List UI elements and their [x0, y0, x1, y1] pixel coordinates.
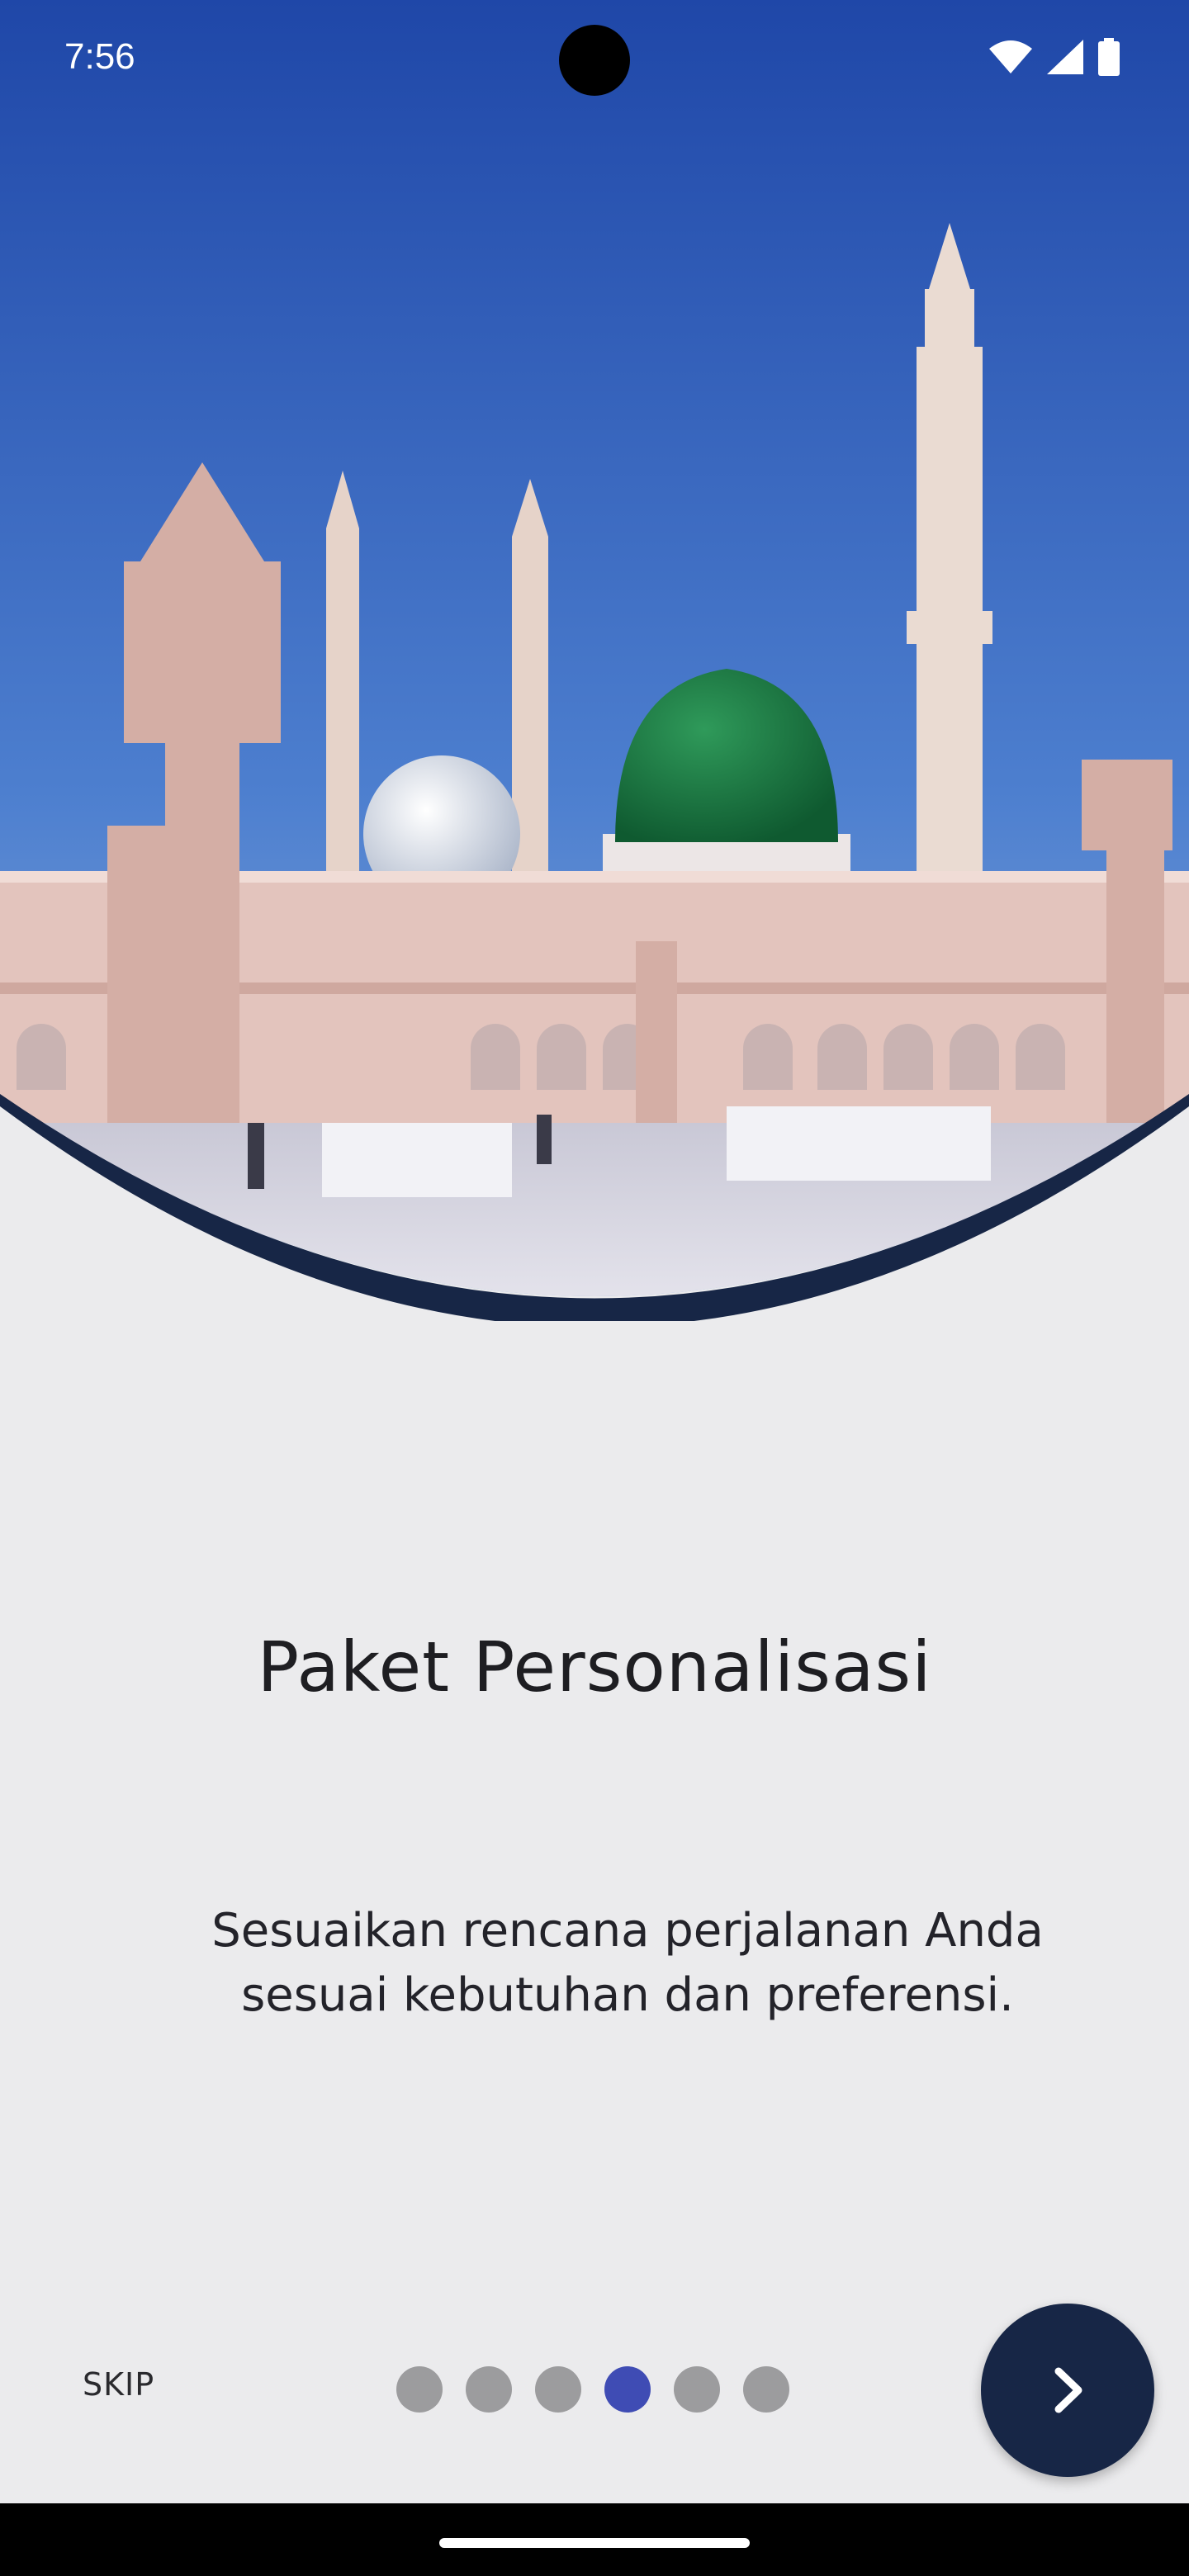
chevron-right-icon [1054, 2367, 1082, 2413]
next-button[interactable] [981, 2304, 1154, 2477]
page-dot-active[interactable] [604, 2366, 651, 2413]
page-dot[interactable] [396, 2366, 443, 2413]
page-description: Sesuaikan rencana perjalanan Anda sesuai… [211, 1904, 1044, 2022]
page-dot[interactable] [535, 2366, 581, 2413]
cell-signal-icon [1047, 40, 1083, 78]
status-icons [989, 38, 1120, 79]
wifi-icon [989, 40, 1032, 77]
mosque-photo-illustration [0, 0, 1189, 1321]
page-title: Paket Personalisasi [257, 1627, 932, 1707]
status-bar: 7:56 [0, 0, 1189, 116]
hero-image [0, 0, 1189, 1321]
page-dot[interactable] [466, 2366, 512, 2413]
battery-icon [1098, 38, 1120, 79]
page-dot[interactable] [743, 2366, 789, 2413]
page-indicator [396, 2366, 789, 2413]
camera-cutout [559, 25, 630, 96]
skip-button[interactable]: SKIP [83, 2366, 154, 2403]
status-time: 7:56 [64, 36, 135, 77]
page-dot[interactable] [674, 2366, 720, 2413]
home-gesture-handle[interactable] [439, 2538, 750, 2548]
